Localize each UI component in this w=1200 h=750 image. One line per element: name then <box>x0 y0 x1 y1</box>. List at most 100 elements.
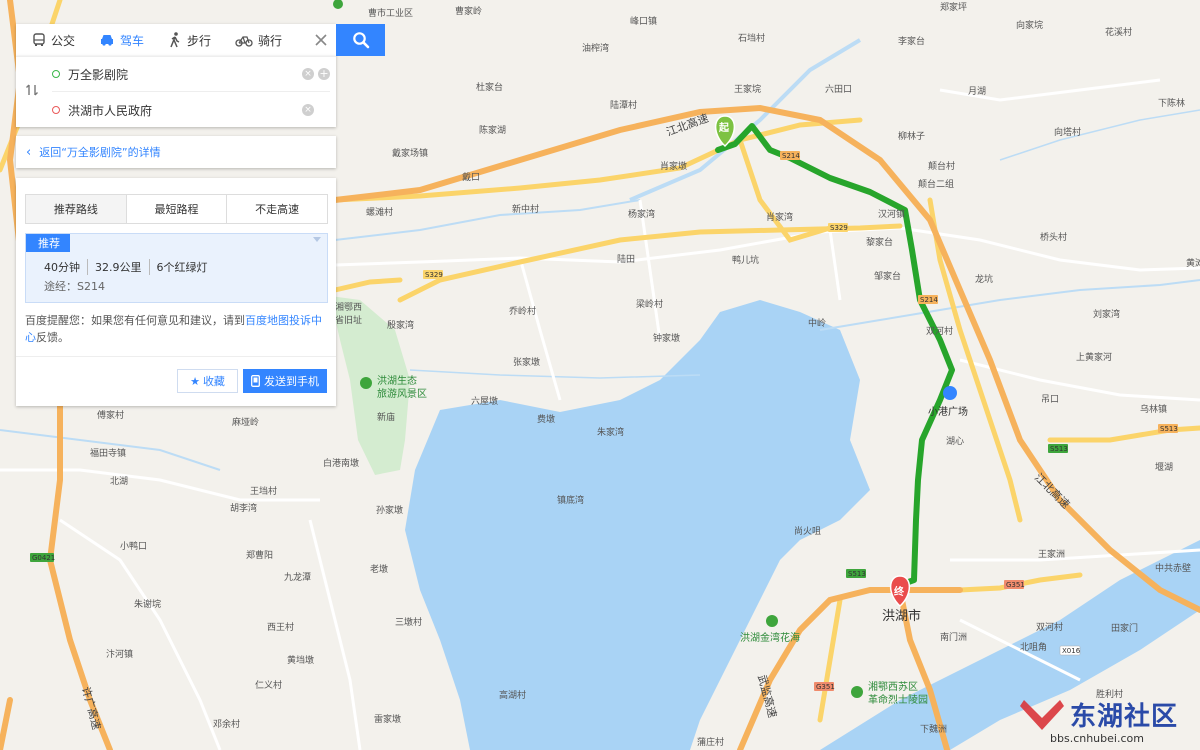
mode-bus[interactable]: 公交 <box>16 24 83 56</box>
park-icon <box>360 377 372 389</box>
place-label: 月湖 <box>968 86 986 97</box>
place-label: 乌林镇 <box>1140 403 1167 415</box>
place-label: 福田寺镇 <box>90 447 126 459</box>
place-label: 曹家岭 <box>455 5 482 17</box>
place-label: 颠台二组 <box>918 178 954 190</box>
place-label: 杜家台 <box>476 81 503 93</box>
mode-bike[interactable]: 骑行 <box>219 24 290 56</box>
place-label: 中岭 <box>808 317 826 329</box>
tab-shortest[interactable]: 最短路程 <box>127 195 228 223</box>
place-label: 戴口 <box>462 171 480 183</box>
search-button[interactable] <box>336 24 385 56</box>
plan-distance: 32.9公里 <box>88 259 150 275</box>
swap-icon <box>26 84 38 96</box>
city-label: 洪湖市 <box>882 608 921 624</box>
tip-prefix: 百度提醒您：如果您有任何意见和建议，请到 <box>25 314 245 327</box>
favorite-label: 收藏 <box>202 375 225 388</box>
place-label: 陈家湖 <box>479 124 506 136</box>
clear-start-icon[interactable]: × <box>302 68 314 80</box>
place-label: 下陈林 <box>1158 97 1185 109</box>
place-label: 鸭儿坑 <box>732 254 759 266</box>
tab-no-highway[interactable]: 不走高速 <box>227 195 327 223</box>
svg-text:S214: S214 <box>782 152 800 160</box>
place-label: 王垱村 <box>250 485 277 497</box>
end-input[interactable]: 洪湖市人民政府 <box>68 102 298 119</box>
place-label: 乔岭村 <box>509 305 536 317</box>
place-label: 省旧址 <box>335 314 362 326</box>
memorial-icon <box>851 686 863 698</box>
place-label: 汉河镇 <box>878 208 905 220</box>
place-label: 花溪村 <box>1105 26 1132 38</box>
place-label: 麻垭岭 <box>232 416 259 428</box>
plan-time: 40分钟 <box>44 259 88 275</box>
start-row: 万全影剧院 × + <box>52 57 330 92</box>
place-label: 傅家村 <box>97 409 124 421</box>
place-label: 六田口 <box>825 83 852 95</box>
place-label: 钟家墩 <box>653 332 680 344</box>
place-label: 中共赤壁 <box>1155 562 1191 574</box>
place-label: 小鸭口 <box>120 540 147 552</box>
start-input[interactable]: 万全影剧院 <box>68 66 298 83</box>
place-label: 郑家坪 <box>940 1 967 13</box>
place-label: 李家台 <box>898 35 925 47</box>
poi-label: 旅游风景区 <box>377 387 427 400</box>
mode-walk[interactable]: 步行 <box>152 24 219 56</box>
mode-drive[interactable]: 驾车 <box>83 24 152 56</box>
place-label: 双河村 <box>926 325 953 337</box>
close-icon <box>315 34 327 46</box>
back-link[interactable]: 返回“万全影剧院”的详情 <box>39 144 160 160</box>
place-label: 朱谢垸 <box>134 598 161 610</box>
mode-bus-label: 公交 <box>51 33 76 48</box>
place-label: 张家墩 <box>513 356 540 368</box>
place-label: 白港南墩 <box>323 457 359 469</box>
tab-recommended[interactable]: 推荐路线 <box>26 195 127 223</box>
place-label: 肖家墩 <box>660 160 687 172</box>
send-to-phone-button[interactable]: 发送到手机 <box>243 369 327 393</box>
clear-end-icon[interactable]: × <box>302 104 314 116</box>
mode-drive-label: 驾车 <box>120 33 145 48</box>
place-label: 北咀角 <box>1020 641 1047 653</box>
place-label: 殷家湾 <box>387 319 414 331</box>
route-plan-card[interactable]: 推荐 40分钟 32.9公里 6个红绿灯 途经：S214 <box>25 233 328 303</box>
back-bar: ‹ 返回“万全影剧院”的详情 <box>16 136 336 168</box>
place-label: 黎家台 <box>866 236 893 248</box>
place-label: 王家洲 <box>1038 548 1065 560</box>
place-label: 邓余村 <box>213 718 240 730</box>
place-label: 新中村 <box>512 203 539 215</box>
poi-label: 革命烈士陵园 <box>868 693 928 706</box>
watermark: 东湖社区 bbs.cnhubei.com <box>1018 694 1198 750</box>
tip-suffix: 反馈。 <box>36 331 69 344</box>
plan-via: 途经：S214 <box>44 280 105 293</box>
route-detail-panel: 推荐路线 最短路程 不走高速 推荐 40分钟 32.9公里 6个红绿灯 途经：S… <box>16 178 336 406</box>
place-label: 上黄家河 <box>1076 351 1112 363</box>
plan-badge: 推荐 <box>26 234 70 252</box>
svg-text:G351: G351 <box>816 683 835 691</box>
add-waypoint-icon[interactable]: + <box>318 68 330 80</box>
svg-text:G0421: G0421 <box>32 554 55 562</box>
place-label: 肖家湾 <box>766 211 793 223</box>
place-label: 向家垸 <box>1016 19 1043 31</box>
close-button[interactable] <box>306 24 336 56</box>
park-icon <box>766 615 778 627</box>
svg-text:G351: G351 <box>1006 581 1025 589</box>
place-label: 王家垸 <box>734 83 761 95</box>
place-label: 朱家湾 <box>597 426 624 438</box>
chevron-down-icon[interactable] <box>313 237 321 242</box>
action-bar: ★ 收藏 发送到手机 <box>16 356 336 407</box>
place-label: 湖心 <box>946 436 964 447</box>
watermark-url: bbs.cnhubei.com <box>1050 732 1144 745</box>
favorite-button[interactable]: ★ 收藏 <box>177 369 238 393</box>
place-label: 六屋墩 <box>471 395 498 407</box>
place-label: 油榨湾 <box>582 42 609 54</box>
route-tabs: 推荐路线 最短路程 不走高速 <box>25 194 328 224</box>
chevron-left-icon: ‹ <box>26 144 32 160</box>
place-label: 郑曹阳 <box>246 549 273 561</box>
place-label: 雷家墩 <box>374 713 401 725</box>
svg-text:S329: S329 <box>830 224 848 232</box>
swap-button[interactable] <box>25 83 39 100</box>
place-label: 黄垱墩 <box>287 654 314 666</box>
place-label: 刘家湾 <box>1093 308 1120 320</box>
plan-stats: 40分钟 32.9公里 6个红绿灯 <box>44 259 215 275</box>
plan-lights: 6个红绿灯 <box>156 261 208 274</box>
place-label: 三墩村 <box>395 616 422 628</box>
